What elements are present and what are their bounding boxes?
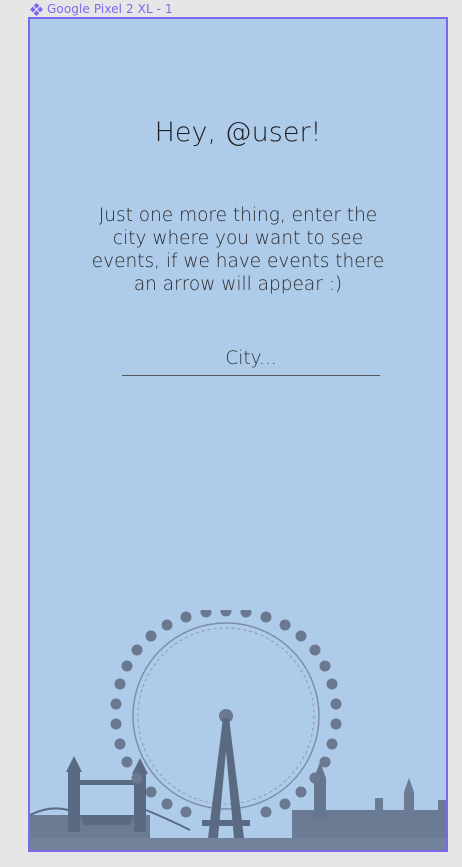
device-frame: Hey, @user! Just one more thing, enter t…: [28, 17, 448, 852]
component-icon: [29, 2, 44, 16]
greeting-heading: Hey, @user!: [154, 117, 322, 148]
frame-label-text: Google Pixel 2 XL - 1: [47, 2, 173, 16]
london-skyline-illustration: [30, 610, 446, 850]
frame-label[interactable]: Google Pixel 2 XL - 1: [29, 1, 173, 17]
instructions-text: Just one more thing, enter the city wher…: [91, 205, 385, 295]
city-input[interactable]: [122, 341, 380, 376]
